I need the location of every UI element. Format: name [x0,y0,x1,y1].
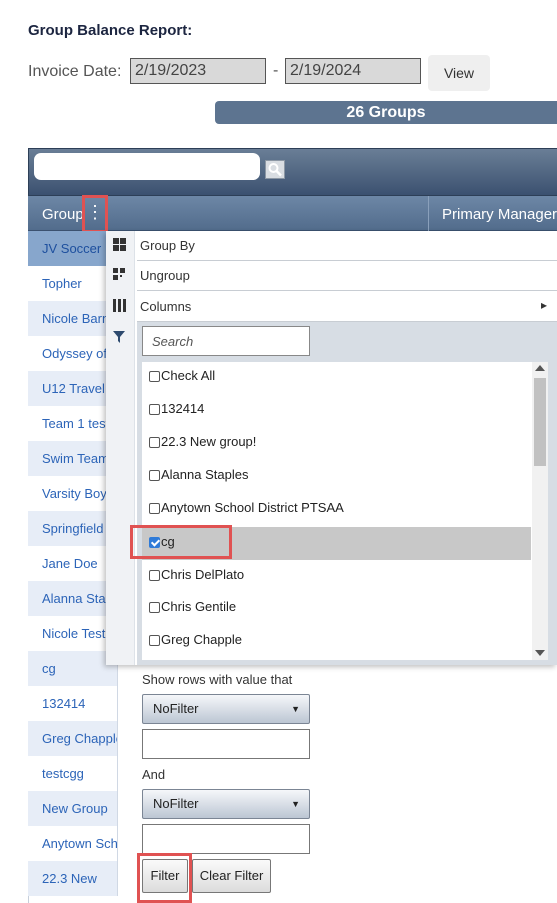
and-label: And [142,767,166,782]
submenu-arrow-icon: ▸ [541,298,548,312]
table-row[interactable]: Swim Team [28,441,118,476]
checkbox-icon[interactable] [149,470,160,481]
filter-operator-select-2[interactable]: NoFilter ▼ [142,789,310,819]
column-divider [428,196,429,231]
checkbox-check-all[interactable]: Check All [149,366,215,386]
list-item-label: Anytown School District PTSAA [161,500,344,515]
menu-item-group-by[interactable]: Group By [140,238,195,253]
menu-item-ungroup[interactable]: Ungroup [140,268,190,283]
checkbox-icon[interactable] [149,602,160,613]
checkbox-icon[interactable] [149,503,160,514]
select-value: NoFilter [153,701,199,716]
table-row[interactable]: Nicole Barnes [28,301,118,336]
show-rows-label: Show rows with value that [142,672,293,687]
report-title: Group Balance Report: [28,22,193,39]
table-row[interactable]: Topher [28,266,118,301]
list-item-label: 22.3 New group! [161,434,257,449]
date-separator: - [273,62,279,79]
table-row[interactable]: JV Soccer [28,231,118,266]
select-value: NoFilter [153,796,199,811]
menu-divider [137,260,557,261]
ungroup-icon [113,268,126,286]
date-from-input[interactable]: 2/19/2023 [130,58,266,84]
table-row[interactable]: Anytown School [28,826,118,861]
table-row[interactable]: 132414 [28,686,118,721]
filter-icon [113,330,125,348]
column-header-group[interactable]: Group [42,206,84,223]
highlight-column-menu [82,195,108,233]
dropdown-arrow-icon: ▼ [291,704,300,714]
search-icon [268,163,282,177]
list-item[interactable]: 22.3 New group! [149,432,256,452]
table-row[interactable]: Nicole Test [28,616,118,651]
invoice-date-label: Invoice Date: [28,63,122,80]
list-item[interactable]: 132414 [149,399,204,419]
table-row[interactable]: Greg Chapple [28,721,118,756]
table-row[interactable]: U12 Travel [28,371,118,406]
highlight-checked-item [130,525,232,559]
date-to-input[interactable]: 2/19/2024 [285,58,421,84]
column-header-primary-manager[interactable]: Primary Manager [442,206,557,223]
filter-value-input-1[interactable] [142,729,310,759]
clear-filter-button[interactable]: Clear Filter [192,859,271,893]
table-row[interactable]: Varsity Boys [28,476,118,511]
list-item-label: Alanna Staples [161,467,249,482]
columns-icon [113,299,126,317]
table-row[interactable]: New Group [28,791,118,826]
check-all-label: Check All [161,368,216,383]
list-item-label: Chris DelPlato [161,567,245,582]
group-by-icon [113,238,126,256]
scroll-up-icon[interactable] [535,365,545,371]
checkbox-icon[interactable] [149,635,160,646]
search-button[interactable] [265,160,285,179]
list-item-label: Greg Chapple [161,632,242,647]
table-row[interactable]: 22.3 New [28,861,118,896]
table-row[interactable]: testcgg [28,756,118,791]
checkbox-icon[interactable] [149,371,160,382]
dropdown-arrow-icon: ▼ [291,799,300,809]
filter-value-input-2[interactable] [142,824,310,854]
list-item[interactable]: Chris Gentile [149,597,236,617]
menu-divider [137,290,557,291]
checkbox-icon[interactable] [149,404,160,415]
list-item-label: 132414 [161,401,205,416]
list-item[interactable]: Greg Chapple [149,630,242,650]
groups-count-bar: 26 Groups [215,101,557,124]
list-item-label: Chris Gentile [161,599,237,614]
filter-operator-select-1[interactable]: NoFilter ▼ [142,694,310,724]
highlight-filter-button [137,853,192,903]
checkbox-icon[interactable] [149,437,160,448]
table-row[interactable]: Alanna Staples [28,581,118,616]
list-item[interactable]: Chris DelPlato [149,565,244,585]
table-row[interactable]: Team 1 test [28,406,118,441]
table-row[interactable]: Springfield [28,511,118,546]
checkbox-icon[interactable] [149,570,160,581]
list-item[interactable]: Anytown School District PTSAA [149,498,344,518]
menu-item-columns[interactable]: Columns [140,299,191,314]
view-button[interactable]: View [428,55,490,91]
grid-search-input[interactable] [34,153,260,180]
list-item[interactable]: Alanna Staples [149,465,248,485]
menu-icon-strip [106,231,135,665]
scroll-thumb[interactable] [534,378,546,466]
table-row[interactable]: cg [28,651,118,686]
filter-search-input[interactable]: Search [142,326,310,356]
table-row[interactable]: Jane Doe [28,546,118,581]
table-row[interactable]: Odyssey of [28,336,118,371]
scroll-down-icon[interactable] [535,650,545,656]
